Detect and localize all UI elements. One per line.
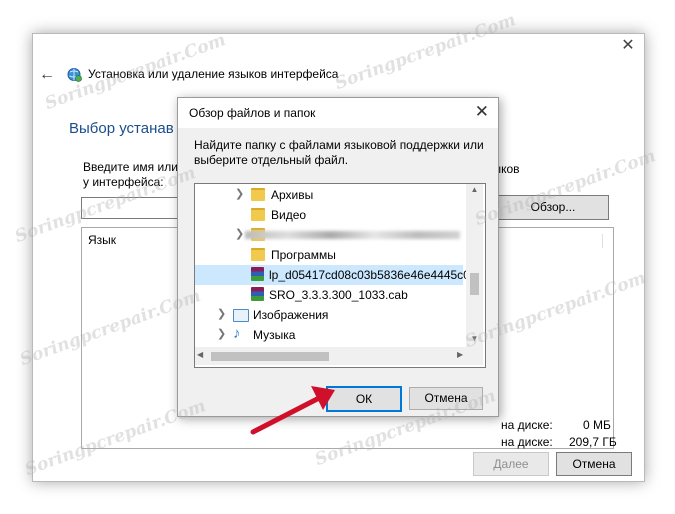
available-space-value: 209,7 ГБ	[569, 435, 617, 449]
folder-icon	[251, 248, 265, 261]
folder-icon	[251, 188, 265, 201]
expand-chevron-icon[interactable]: ❯	[235, 227, 244, 240]
rar-archive-icon	[251, 267, 264, 281]
tree-item-music[interactable]: ❯ ♪ Музыка	[195, 325, 463, 345]
cancel-button[interactable]: Отмена	[556, 452, 632, 476]
expand-chevron-icon[interactable]: ❯	[217, 307, 226, 320]
available-space-label: на диске:	[501, 435, 553, 449]
dialog-title: Обзор файлов и папок	[189, 106, 316, 120]
language-globe-icon	[67, 68, 82, 82]
tree-item-pictures[interactable]: ❯ Изображения	[195, 305, 463, 325]
tree-item-blurred[interactable]: ❯	[195, 225, 463, 245]
annotation-arrow-icon	[250, 386, 335, 435]
tree-item-label: SRO_3.3.3.300_1033.cab	[269, 288, 408, 302]
tree-item-archives[interactable]: ❯ Архивы	[195, 185, 463, 205]
page-heading: Выбор устанав	[69, 120, 174, 137]
tree-item-label: Музыка	[253, 328, 296, 342]
expand-chevron-icon[interactable]: ❯	[235, 187, 244, 200]
browse-dialog: Обзор файлов и папок ✕ Найдите папку с ф…	[177, 97, 499, 417]
column-divider	[602, 234, 603, 248]
tree-item-language-pack-selected[interactable]: lp_d05417cd08c03b5836e46e4445c0c	[195, 265, 476, 285]
dialog-description: Найдите папку с файлами языковой поддерж…	[194, 138, 484, 167]
required-space-label: на диске:	[501, 418, 553, 432]
language-column-header: Язык	[88, 233, 117, 247]
scroll-right-arrow-icon[interactable]: ▶	[457, 350, 463, 359]
dialog-close-icon[interactable]: ✕	[475, 103, 489, 121]
folder-icon	[251, 208, 265, 221]
tree-item-video[interactable]: Видео	[195, 205, 463, 225]
scroll-up-arrow-icon[interactable]: ▲	[466, 185, 483, 194]
tree-item-programs[interactable]: Программы	[195, 245, 463, 265]
tree-item-label: Программы	[271, 248, 336, 262]
blurred-folder-name	[245, 231, 460, 239]
dialog-title-bar: Обзор файлов и папок ✕	[178, 98, 498, 128]
horizontal-scroll-thumb[interactable]	[211, 352, 329, 361]
close-icon[interactable]: ✕	[620, 38, 636, 54]
scroll-left-arrow-icon[interactable]: ◀	[197, 350, 203, 359]
tree-item-label: Изображения	[253, 308, 329, 322]
music-note-icon: ♪	[233, 325, 241, 342]
expand-chevron-icon[interactable]: ❯	[217, 327, 226, 340]
pictures-icon	[233, 309, 249, 322]
tree-item-label: lp_d05417cd08c03b5836e46e4445c0c	[269, 268, 476, 282]
vertical-scroll-thumb[interactable]	[470, 273, 479, 295]
back-arrow-icon[interactable]: ←	[39, 66, 55, 84]
folder-tree[interactable]: ❯ Архивы Видео ❯ Программы lp_d05417cd08…	[194, 183, 486, 368]
tree-item-label: Архивы	[271, 188, 314, 202]
next-button[interactable]: Далее	[473, 452, 549, 476]
rar-archive-icon	[251, 287, 264, 301]
required-space-value: 0 МБ	[583, 418, 611, 432]
tree-item-cab-file[interactable]: SRO_3.3.3.300_1033.cab	[195, 285, 463, 305]
tree-item-label: Видео	[271, 208, 307, 222]
